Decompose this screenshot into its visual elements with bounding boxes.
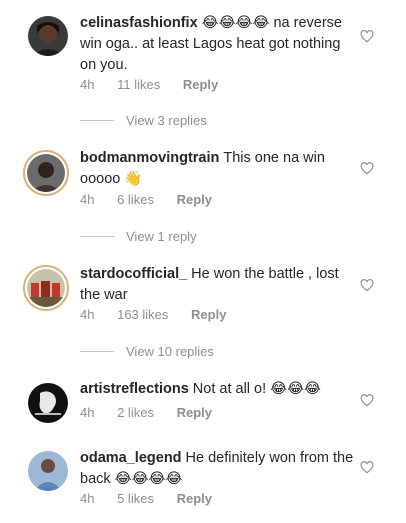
comment-likes[interactable]: 5 likes bbox=[117, 491, 154, 506]
avatar[interactable] bbox=[23, 150, 69, 196]
comment-meta: 4h 6 likes Reply bbox=[80, 192, 231, 207]
comment-text: artistreflections Not at all o! 😂😂😂 bbox=[80, 379, 355, 400]
comment-text: odama_legend He definitely won from the b… bbox=[80, 448, 355, 490]
heart-icon[interactable] bbox=[360, 394, 374, 407]
view-replies-label: View 10 replies bbox=[126, 344, 214, 359]
comment-likes[interactable]: 6 likes bbox=[117, 192, 154, 207]
comment-time: 4h bbox=[80, 77, 95, 92]
comment-likes[interactable]: 2 likes bbox=[117, 405, 154, 420]
view-replies-button[interactable]: View 3 replies bbox=[80, 113, 207, 128]
comment-time: 4h bbox=[80, 307, 95, 322]
comment-text: stardocofficial_ He won the battle , lost… bbox=[80, 264, 355, 306]
comment-text: bodmanmovingtrain This one na win ooooo 👋 bbox=[80, 148, 355, 190]
avatar[interactable] bbox=[23, 265, 69, 311]
comment-time: 4h bbox=[80, 405, 95, 420]
heart-icon[interactable] bbox=[360, 279, 374, 292]
divider-line bbox=[80, 351, 114, 352]
view-replies-label: View 3 replies bbox=[126, 113, 207, 128]
heart-icon[interactable] bbox=[360, 461, 374, 474]
view-replies-label: View 1 reply bbox=[126, 229, 197, 244]
comment-username[interactable]: stardocofficial_ bbox=[80, 266, 187, 282]
comment-body: Not at all o! 😂😂😂 bbox=[192, 381, 321, 397]
comment-meta: 4h 5 likes Reply bbox=[80, 491, 231, 506]
comment-username[interactable]: odama_legend bbox=[80, 450, 182, 466]
comment-meta: 4h 11 likes Reply bbox=[80, 77, 237, 92]
view-replies-button[interactable]: View 1 reply bbox=[80, 229, 197, 244]
comment-likes[interactable]: 11 likes bbox=[117, 77, 160, 92]
reply-button[interactable]: Reply bbox=[177, 405, 212, 420]
comment-text: celinasfashionfix 😂😂😂😂 na reverse win oga… bbox=[80, 13, 355, 76]
reply-button[interactable]: Reply bbox=[177, 192, 212, 207]
comment-meta: 4h 2 likes Reply bbox=[80, 405, 231, 420]
avatar[interactable] bbox=[28, 383, 68, 423]
comment-time: 4h bbox=[80, 491, 95, 506]
divider-line bbox=[80, 236, 114, 237]
heart-icon[interactable] bbox=[360, 30, 374, 43]
reply-button[interactable]: Reply bbox=[191, 307, 226, 322]
comment-username[interactable]: celinasfashionfix bbox=[80, 15, 198, 31]
view-replies-button[interactable]: View 10 replies bbox=[80, 344, 214, 359]
comment-meta: 4h 163 likes Reply bbox=[80, 307, 245, 322]
avatar[interactable] bbox=[28, 451, 68, 491]
avatar[interactable] bbox=[28, 16, 68, 56]
heart-icon[interactable] bbox=[360, 162, 374, 175]
comment-likes[interactable]: 163 likes bbox=[117, 307, 168, 322]
reply-button[interactable]: Reply bbox=[183, 77, 218, 92]
reply-button[interactable]: Reply bbox=[177, 491, 212, 506]
divider-line bbox=[80, 120, 114, 121]
comment-time: 4h bbox=[80, 192, 95, 207]
comment-username[interactable]: artistreflections bbox=[80, 381, 189, 397]
comment-username[interactable]: bodmanmovingtrain bbox=[80, 150, 219, 166]
